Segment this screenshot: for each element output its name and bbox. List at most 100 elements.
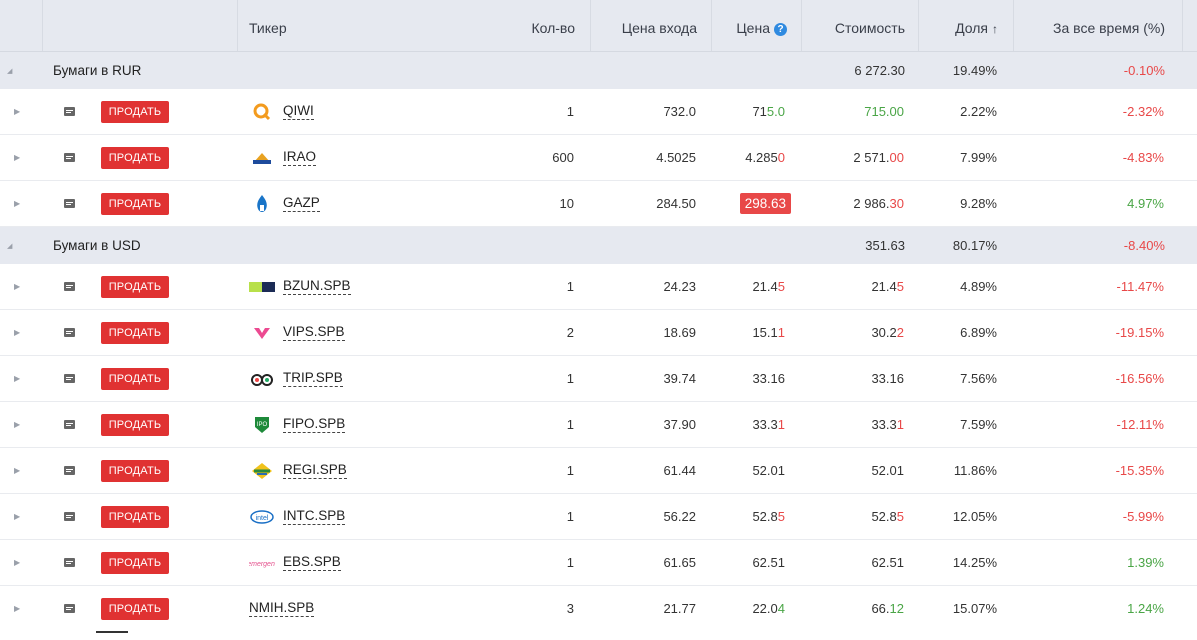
table-row[interactable]: ▶ ПРОДАТЬ IPO FIPO.SPB 1 37.90 33.3 1 33.… — [0, 402, 1197, 448]
comment-icon[interactable] — [64, 494, 78, 539]
share-cell: 6.89% — [960, 325, 997, 340]
svg-text:intel: intel — [256, 515, 269, 522]
table-row[interactable]: ▶ ПРОДАТЬ NMIH.SPB 3 21.77 22.0 4 66. 12 1… — [0, 586, 1197, 632]
table-row[interactable]: ▶ ПРОДАТЬ GAZP 10 284.50 298.63 2 986. 30… — [0, 181, 1197, 227]
all-time-cell: -19.15% — [1115, 325, 1164, 340]
sell-button[interactable]: ПРОДАТЬ — [101, 551, 169, 574]
header-ticker[interactable]: Тикер — [249, 0, 287, 51]
sell-button[interactable]: ПРОДАТЬ — [101, 367, 169, 390]
qty-cell: 1 — [566, 371, 574, 386]
expand-triangle-icon[interactable]: ▶ — [14, 494, 24, 539]
comment-icon[interactable] — [64, 586, 78, 631]
price-change-badge: 298.63 — [739, 193, 791, 214]
value-cell: 62.51 — [871, 555, 904, 570]
comment-icon[interactable] — [64, 181, 78, 226]
comment-icon[interactable] — [64, 89, 78, 134]
ticker-link[interactable]: TRIP.SPB — [283, 356, 343, 401]
table-row[interactable]: ▶ ПРОДАТЬ REGI.SPB 1 61.44 52.01 52.01 1… — [0, 448, 1197, 494]
header-entry-price[interactable]: Цена входа — [590, 0, 697, 51]
ticker-link[interactable]: FIPO.SPB — [283, 402, 346, 447]
sell-button[interactable]: ПРОДАТЬ — [101, 413, 169, 436]
sell-button[interactable]: ПРОДАТЬ — [101, 321, 169, 344]
sell-button[interactable]: ПРОДАТЬ — [101, 597, 169, 620]
ticker-link[interactable]: BZUN.SPB — [283, 264, 351, 309]
ticker-link[interactable]: VIPS.SPB — [283, 310, 345, 355]
sell-button[interactable]: ПРОДАТЬ — [101, 100, 169, 123]
expand-triangle-icon[interactable]: ▶ — [14, 181, 24, 226]
scroll-indicator[interactable] — [96, 631, 128, 633]
group-value: 351.63 — [865, 238, 905, 253]
collapse-triangle-icon[interactable]: ◢ — [7, 52, 17, 89]
ticker-link[interactable]: NMIH.SPB — [249, 586, 315, 631]
value-cell: 2 986. 30 — [853, 196, 904, 211]
sell-button[interactable]: ПРОДАТЬ — [101, 192, 169, 215]
header-value[interactable]: Стоимость — [801, 0, 905, 51]
regi-logo — [249, 448, 275, 493]
value-cell: 66. 12 — [871, 601, 904, 616]
comment-icon[interactable] — [64, 356, 78, 401]
price-cell: 4.285 0 — [745, 150, 785, 165]
group-title: Бумаги в RUR — [53, 63, 142, 78]
table-row[interactable]: ▶ ПРОДАТЬ intel INTC.SPB 1 56.22 52.8 5 5… — [0, 494, 1197, 540]
sell-button[interactable]: ПРОДАТЬ — [101, 459, 169, 482]
sell-button[interactable]: ПРОДАТЬ — [101, 505, 169, 528]
price-cell: 21.4 5 — [752, 279, 785, 294]
sort-arrow-up-icon: ↑ — [992, 22, 998, 36]
header-price[interactable]: Цена? — [711, 0, 787, 51]
comment-icon[interactable] — [64, 135, 78, 180]
all-time-cell: -2.32% — [1122, 104, 1164, 119]
fipo-logo: IPO — [249, 402, 275, 447]
expand-triangle-icon[interactable]: ▶ — [14, 540, 24, 585]
group-header[interactable]: ◢ Бумаги в RUR 6 272.30 19.49% -0.10% — [0, 52, 1197, 89]
group-value: 6 272.30 — [854, 63, 905, 78]
expand-triangle-icon[interactable]: ▶ — [14, 135, 24, 180]
expand-triangle-icon[interactable]: ▶ — [14, 89, 24, 134]
header-all-time[interactable]: За все время (%) — [1013, 0, 1165, 51]
entry-price-cell: 4.5025 — [656, 150, 696, 165]
expand-triangle-icon[interactable]: ▶ — [14, 586, 24, 631]
ticker-link[interactable]: INTC.SPB — [283, 494, 346, 539]
ticker-link[interactable]: IRAO — [283, 135, 317, 180]
intel-logo: intel — [249, 494, 275, 539]
sell-button[interactable]: ПРОДАТЬ — [101, 146, 169, 169]
header-qty[interactable]: Кол-во — [480, 0, 575, 51]
table-row[interactable]: ▶ ПРОДАТЬ QIWI 1 732.0 71 5.0 71 5.00 2.22… — [0, 89, 1197, 135]
expand-triangle-icon[interactable]: ▶ — [14, 356, 24, 401]
group-header[interactable]: ◢ Бумаги в USD 351.63 80.17% -8.40% — [0, 227, 1197, 264]
ticker-link[interactable]: EBS.SPB — [283, 540, 341, 585]
comment-icon[interactable] — [64, 264, 78, 309]
expand-triangle-icon[interactable]: ▶ — [14, 448, 24, 493]
share-cell: 14.25% — [952, 555, 997, 570]
ticker-link[interactable]: REGI.SPB — [283, 448, 347, 493]
info-icon[interactable]: ? — [774, 23, 787, 36]
price-cell: 52.8 5 — [752, 509, 785, 524]
collapse-triangle-icon[interactable]: ◢ — [7, 227, 17, 264]
emergent-logo: emergent — [249, 540, 275, 585]
value-cell: 30.2 2 — [871, 325, 904, 340]
group-all-time: -0.10% — [1123, 63, 1165, 78]
all-time-cell: -5.99% — [1122, 509, 1164, 524]
comment-icon[interactable] — [64, 310, 78, 355]
sell-button[interactable]: ПРОДАТЬ — [101, 275, 169, 298]
entry-price-cell: 61.44 — [663, 463, 696, 478]
all-time-cell: 4.97% — [1127, 196, 1164, 211]
qty-cell: 1 — [566, 104, 574, 119]
table-row[interactable]: ▶ ПРОДАТЬ TRIP.SPB 1 39.74 33.16 33.16 7… — [0, 356, 1197, 402]
table-row[interactable]: ▶ ПРОДАТЬ emergent EBS.SPB 1 61.65 62.51… — [0, 540, 1197, 586]
ticker-link[interactable]: GAZP — [283, 181, 320, 226]
table-row[interactable]: ▶ ПРОДАТЬ BZUN.SPB 1 24.23 21.4 5 21.4 5 4… — [0, 264, 1197, 310]
comment-icon[interactable] — [64, 402, 78, 447]
qiwi-logo — [249, 89, 275, 134]
expand-triangle-icon[interactable]: ▶ — [14, 264, 24, 309]
all-time-cell: -16.56% — [1115, 371, 1164, 386]
expand-triangle-icon[interactable]: ▶ — [14, 402, 24, 447]
ticker-link[interactable]: QIWI — [283, 89, 314, 134]
expand-triangle-icon[interactable]: ▶ — [14, 310, 24, 355]
svg-text:IPO: IPO — [257, 422, 268, 428]
table-row[interactable]: ▶ ПРОДАТЬ VIPS.SPB 2 18.69 15.1 1 30.2 2 6… — [0, 310, 1197, 356]
comment-icon[interactable] — [64, 448, 78, 493]
comment-icon[interactable] — [64, 540, 78, 585]
header-share[interactable]: Доля ↑ — [918, 0, 998, 51]
all-time-cell: -4.83% — [1122, 150, 1164, 165]
table-row[interactable]: ▶ ПРОДАТЬ IRAO 600 4.5025 4.285 0 2 571. 0… — [0, 135, 1197, 181]
